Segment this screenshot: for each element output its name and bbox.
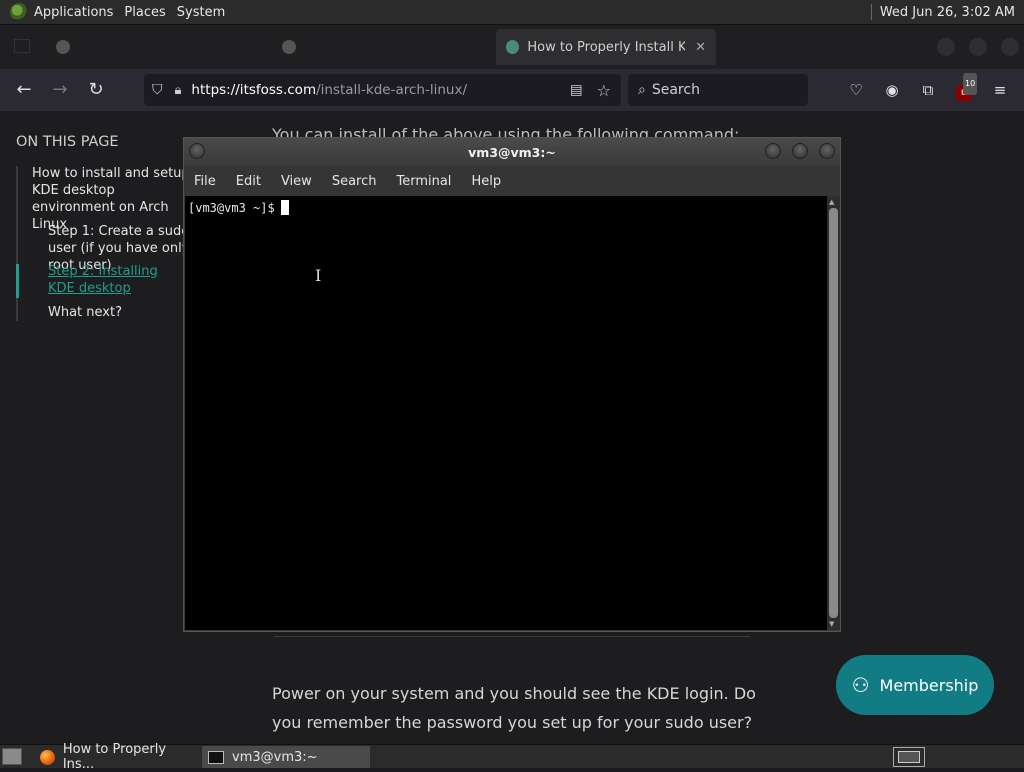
itsfoss-icon bbox=[506, 40, 520, 54]
person-icon: ⚇ bbox=[851, 673, 870, 697]
account-icon[interactable]: ◉ bbox=[881, 79, 903, 101]
taskbar-label: vm3@vm3:~ bbox=[232, 749, 318, 765]
text-cursor bbox=[280, 200, 289, 215]
workspace-window-preview bbox=[898, 751, 920, 763]
spinner-icon bbox=[282, 40, 296, 54]
extensions-icon[interactable]: ⧉ bbox=[917, 79, 939, 101]
terminal-titlebar[interactable]: vm3@vm3:~ bbox=[184, 138, 840, 166]
article-paragraph: Power on your system and you should see … bbox=[272, 684, 756, 732]
terminal-output[interactable]: [vm3@vm3 ~]$ bbox=[185, 196, 827, 630]
tab-loading[interactable] bbox=[272, 29, 472, 65]
search-placeholder: Search bbox=[651, 82, 700, 98]
terminal-window[interactable]: vm3@vm3:~ File Edit View Search Terminal… bbox=[183, 137, 841, 632]
terminal-scrollbar[interactable]: ▲ ▼ bbox=[827, 196, 840, 630]
menu-view[interactable]: View bbox=[271, 174, 322, 189]
menu-applications[interactable]: Applications bbox=[32, 5, 122, 20]
menu-terminal[interactable]: Terminal bbox=[386, 174, 461, 189]
tab-title: How to Properly Install KDE bbox=[527, 39, 686, 55]
terminal-title: vm3@vm3:~ bbox=[468, 144, 556, 160]
menu-edit[interactable]: Edit bbox=[226, 174, 271, 189]
reader-view-icon[interactable]: ▤ bbox=[570, 82, 583, 98]
reload-icon[interactable]: ↻ bbox=[84, 78, 108, 102]
toc-active-indicator bbox=[16, 264, 19, 298]
search-icon: ⌕ bbox=[638, 82, 646, 98]
mouse-ibeam-cursor-icon: I bbox=[315, 266, 322, 285]
show-desktop-icon[interactable] bbox=[2, 748, 22, 765]
menu-system[interactable]: System bbox=[175, 5, 234, 20]
tab-overview-icon[interactable] bbox=[14, 39, 30, 53]
membership-button[interactable]: ⚇ Membership bbox=[836, 655, 994, 715]
shield-icon[interactable]: ⛉ bbox=[152, 82, 163, 98]
menu-search[interactable]: Search bbox=[322, 174, 387, 189]
close-button[interactable] bbox=[819, 143, 835, 159]
url-path: /install-kde-arch-linux/ bbox=[316, 82, 468, 98]
toc-item-step2[interactable]: Step 2: Installing KDE desktop bbox=[48, 263, 188, 297]
toc-item-what-next[interactable]: What next? bbox=[48, 304, 122, 321]
top-panel: Applications Places System Wed Jun 26, 3… bbox=[0, 0, 1024, 25]
maximize-button[interactable] bbox=[969, 38, 987, 56]
close-window-button[interactable] bbox=[1001, 38, 1019, 56]
shell-prompt: [vm3@vm3 ~]$ bbox=[188, 201, 275, 215]
navigation-toolbar: ← → ↻ ⛉ 🔒︎ https://itsfoss.com /install-… bbox=[0, 69, 1024, 111]
extension-badge: 10 bbox=[963, 73, 978, 95]
clock[interactable]: Wed Jun 26, 3:02 AM bbox=[880, 5, 1015, 20]
scroll-up-icon[interactable]: ▲ bbox=[829, 198, 834, 206]
search-bar[interactable]: ⌕ Search bbox=[628, 74, 808, 106]
terminal-icon bbox=[208, 750, 224, 764]
forward-arrow-icon[interactable]: → bbox=[48, 78, 72, 102]
lock-icon[interactable]: 🔒︎ bbox=[175, 83, 182, 98]
tab-github[interactable] bbox=[46, 29, 246, 65]
hamburger-menu-icon[interactable]: ≡ bbox=[989, 79, 1011, 101]
pocket-icon[interactable]: ♡ bbox=[845, 79, 867, 101]
maximize-button[interactable] bbox=[792, 143, 808, 159]
minimize-button[interactable] bbox=[937, 38, 955, 56]
tab-itsfoss[interactable]: How to Properly Install KDE ✕ bbox=[496, 29, 716, 65]
back-arrow-icon[interactable]: ← bbox=[12, 78, 36, 102]
taskbar-item-terminal[interactable]: vm3@vm3:~ bbox=[202, 746, 370, 768]
membership-label: Membership bbox=[879, 675, 979, 695]
menu-places[interactable]: Places bbox=[122, 5, 174, 20]
toc-title: ON THIS PAGE bbox=[16, 134, 119, 150]
scroll-thumb[interactable] bbox=[829, 208, 838, 618]
panel-separator bbox=[870, 4, 872, 20]
scroll-down-icon[interactable]: ▼ bbox=[829, 620, 834, 628]
minimize-button[interactable] bbox=[765, 143, 781, 159]
bottom-panel: How to Properly Ins... vm3@vm3:~ bbox=[0, 742, 1024, 772]
taskbar-item-firefox[interactable]: How to Properly Ins... bbox=[34, 742, 200, 772]
bookmark-star-icon[interactable]: ☆ bbox=[597, 81, 611, 100]
firefox-icon bbox=[40, 749, 55, 765]
menu-help[interactable]: Help bbox=[461, 174, 511, 189]
ublock-icon[interactable]: u 10 bbox=[953, 73, 978, 101]
url-bar[interactable]: ⛉ 🔒︎ https://itsfoss.com /install-kde-ar… bbox=[144, 74, 621, 106]
url-domain: https://itsfoss.com bbox=[191, 82, 317, 98]
workspace-switcher[interactable] bbox=[893, 747, 925, 767]
window-menu-button[interactable] bbox=[189, 143, 205, 159]
menu-file[interactable]: File bbox=[184, 174, 226, 189]
browser-tab-bar: How to Properly Install KDE ✕ bbox=[0, 25, 1024, 69]
close-tab-icon[interactable]: ✕ bbox=[695, 40, 706, 55]
terminal-menubar: File Edit View Search Terminal Help bbox=[184, 166, 840, 196]
github-icon bbox=[56, 40, 70, 54]
mate-logo-icon[interactable] bbox=[10, 3, 28, 21]
